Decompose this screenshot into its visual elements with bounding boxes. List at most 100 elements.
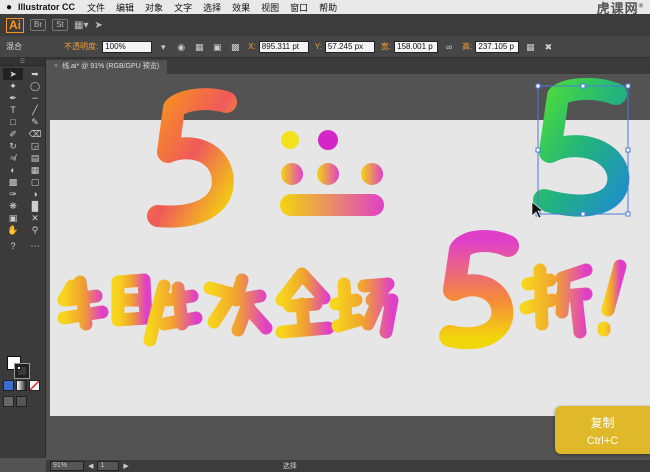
transform-panel-icon[interactable]: ▦ (523, 41, 537, 53)
stroke-swatch[interactable] (14, 363, 30, 379)
glyph-exclamation[interactable] (597, 259, 627, 337)
menu-help[interactable]: 帮助 (319, 1, 337, 14)
gradient-tool-icon[interactable]: ▢ (25, 176, 45, 188)
align-icon[interactable]: ▦ (192, 41, 206, 53)
paintbrush-tool-icon[interactable]: ✎ (25, 116, 45, 128)
x-field[interactable]: 895.311 pt (258, 40, 309, 53)
glyph-zhe[interactable] (519, 263, 593, 339)
selection-handle[interactable] (625, 211, 631, 217)
glyph-sheng[interactable] (57, 275, 109, 331)
constrain-proportions-icon[interactable]: ∞ (442, 41, 456, 53)
artboard-number-field[interactable]: 1 (97, 461, 120, 471)
close-tab-icon[interactable]: × (54, 60, 58, 74)
selection-tool-icon[interactable]: ➤ (3, 68, 23, 80)
glyph-big-five[interactable] (439, 230, 519, 350)
pasteboard[interactable] (46, 74, 650, 460)
glyph-quan[interactable] (275, 267, 335, 339)
selection-handle[interactable] (535, 147, 541, 153)
rotate-tool-icon[interactable]: ↻ (3, 140, 23, 152)
none-button[interactable] (29, 380, 40, 391)
eyedropper-tool-icon[interactable]: ✑ (3, 188, 23, 200)
help-icon[interactable]: ? (3, 240, 23, 252)
rectangle-tool-icon[interactable]: □ (3, 116, 23, 128)
transform-icon[interactable]: ▣ (210, 41, 224, 53)
orange-five-shape[interactable] (147, 88, 237, 228)
shape-builder-tool-icon[interactable]: ◐ (3, 164, 23, 176)
isolate-icon[interactable]: ✖ (541, 41, 555, 53)
recolor-icon[interactable]: ◉ (174, 41, 188, 53)
menu-file[interactable]: 文件 (87, 1, 105, 14)
menu-window[interactable]: 窗口 (290, 1, 308, 14)
zoom-tool-icon[interactable]: ⚲ (25, 224, 45, 236)
glyph-huan[interactable] (203, 273, 273, 337)
scale-tool-icon[interactable]: ◲ (25, 140, 45, 152)
opacity-field[interactable]: 100% (102, 40, 153, 53)
symbol-sprayer-tool-icon[interactable]: ❋ (3, 200, 23, 212)
yellow-dot[interactable] (281, 131, 299, 149)
selection-handle[interactable] (625, 83, 631, 89)
direct-selection-tool-icon[interactable]: ➥ (25, 68, 45, 80)
selection-handle[interactable] (580, 211, 586, 217)
pen-tool-icon[interactable]: ✒ (3, 92, 23, 104)
menu-object[interactable]: 对象 (145, 1, 163, 14)
gradient-bar[interactable] (280, 194, 384, 216)
artboard-prev-icon[interactable]: ◀ (88, 462, 93, 470)
width-field[interactable]: 158.001 p (394, 40, 439, 53)
opacity-label[interactable]: 不透明度: (64, 41, 98, 52)
mesh-tool-icon[interactable]: ▩ (3, 176, 23, 188)
panel-grip-icon[interactable]: ☰ (0, 58, 45, 66)
stock-button[interactable]: St (52, 19, 68, 31)
gradient-dot-2[interactable] (317, 163, 339, 185)
curvature-tool-icon[interactable]: ∽ (25, 92, 45, 104)
eraser-tool-icon[interactable]: ⌫ (25, 128, 45, 140)
height-field[interactable]: 237.105 p (475, 40, 520, 53)
width-tool-icon[interactable]: ≉ (3, 152, 23, 164)
selection-handle[interactable] (580, 83, 586, 89)
glyph-ri[interactable] (111, 273, 153, 327)
gradient-button[interactable] (16, 380, 27, 391)
glyph-kuang[interactable] (143, 279, 203, 347)
menu-select[interactable]: 选择 (203, 1, 221, 14)
reference-point-icon[interactable]: ▩ (228, 41, 242, 53)
toolbar-edit-icon[interactable]: ⋯ (25, 240, 45, 252)
menu-edit[interactable]: 编辑 (116, 1, 134, 14)
blend-tool-icon[interactable]: ◑ (25, 188, 45, 200)
gpu-performance-icon[interactable]: ➤ (94, 20, 102, 31)
free-transform-tool-icon[interactable]: ▤ (25, 152, 45, 164)
calligraphy-headline[interactable] (57, 230, 627, 350)
bridge-button[interactable]: Br (30, 19, 46, 31)
menu-view[interactable]: 视图 (261, 1, 279, 14)
menu-type[interactable]: 文字 (174, 1, 192, 14)
line-tool-icon[interactable]: ╱ (25, 104, 45, 116)
glyph-chang[interactable] (329, 277, 399, 339)
draw-normal-icon[interactable] (3, 396, 14, 407)
apple-menu-icon[interactable]: ● (0, 2, 18, 13)
selection-handle[interactable] (625, 147, 631, 153)
zoom-field[interactable]: 91% (50, 461, 84, 471)
menu-effect[interactable]: 效果 (232, 1, 250, 14)
screen-mode-icon[interactable] (16, 396, 27, 407)
magic-wand-tool-icon[interactable]: ✦ (3, 80, 23, 92)
color-button[interactable] (3, 380, 14, 391)
artwork-canvas[interactable] (46, 74, 650, 460)
lasso-tool-icon[interactable]: ◯ (25, 80, 45, 92)
artboard-tool-icon[interactable]: ▣ (3, 212, 23, 224)
green-five-shape[interactable] (533, 78, 630, 217)
magenta-dot[interactable] (318, 130, 338, 150)
selection-handle[interactable] (535, 83, 541, 89)
artboard-next-icon[interactable]: ▶ (123, 462, 128, 470)
shaper-tool-icon[interactable]: ✐ (3, 128, 23, 140)
opacity-dropdown-icon[interactable]: ▾ (156, 41, 170, 53)
gradient-dot-1[interactable] (281, 163, 303, 185)
slice-tool-icon[interactable]: ✕ (25, 212, 45, 224)
perspective-grid-tool-icon[interactable]: ▦ (25, 164, 45, 176)
app-name-menu[interactable]: Illustrator CC (18, 2, 75, 12)
tab-document[interactable]: × 线.ai* @ 91% (RGB/GPU 预览) (46, 60, 168, 74)
document-tab-label: 线.ai* @ 91% (RGB/GPU 预览) (62, 63, 160, 70)
type-tool-icon[interactable]: T (3, 104, 23, 116)
gradient-dot-3[interactable] (361, 163, 383, 185)
y-field[interactable]: 57.245 px (324, 40, 375, 53)
arrange-documents-icon[interactable]: ▦▾ (74, 20, 88, 31)
hand-tool-icon[interactable]: ✋ (3, 224, 23, 236)
column-graph-tool-icon[interactable]: █ (25, 200, 45, 212)
